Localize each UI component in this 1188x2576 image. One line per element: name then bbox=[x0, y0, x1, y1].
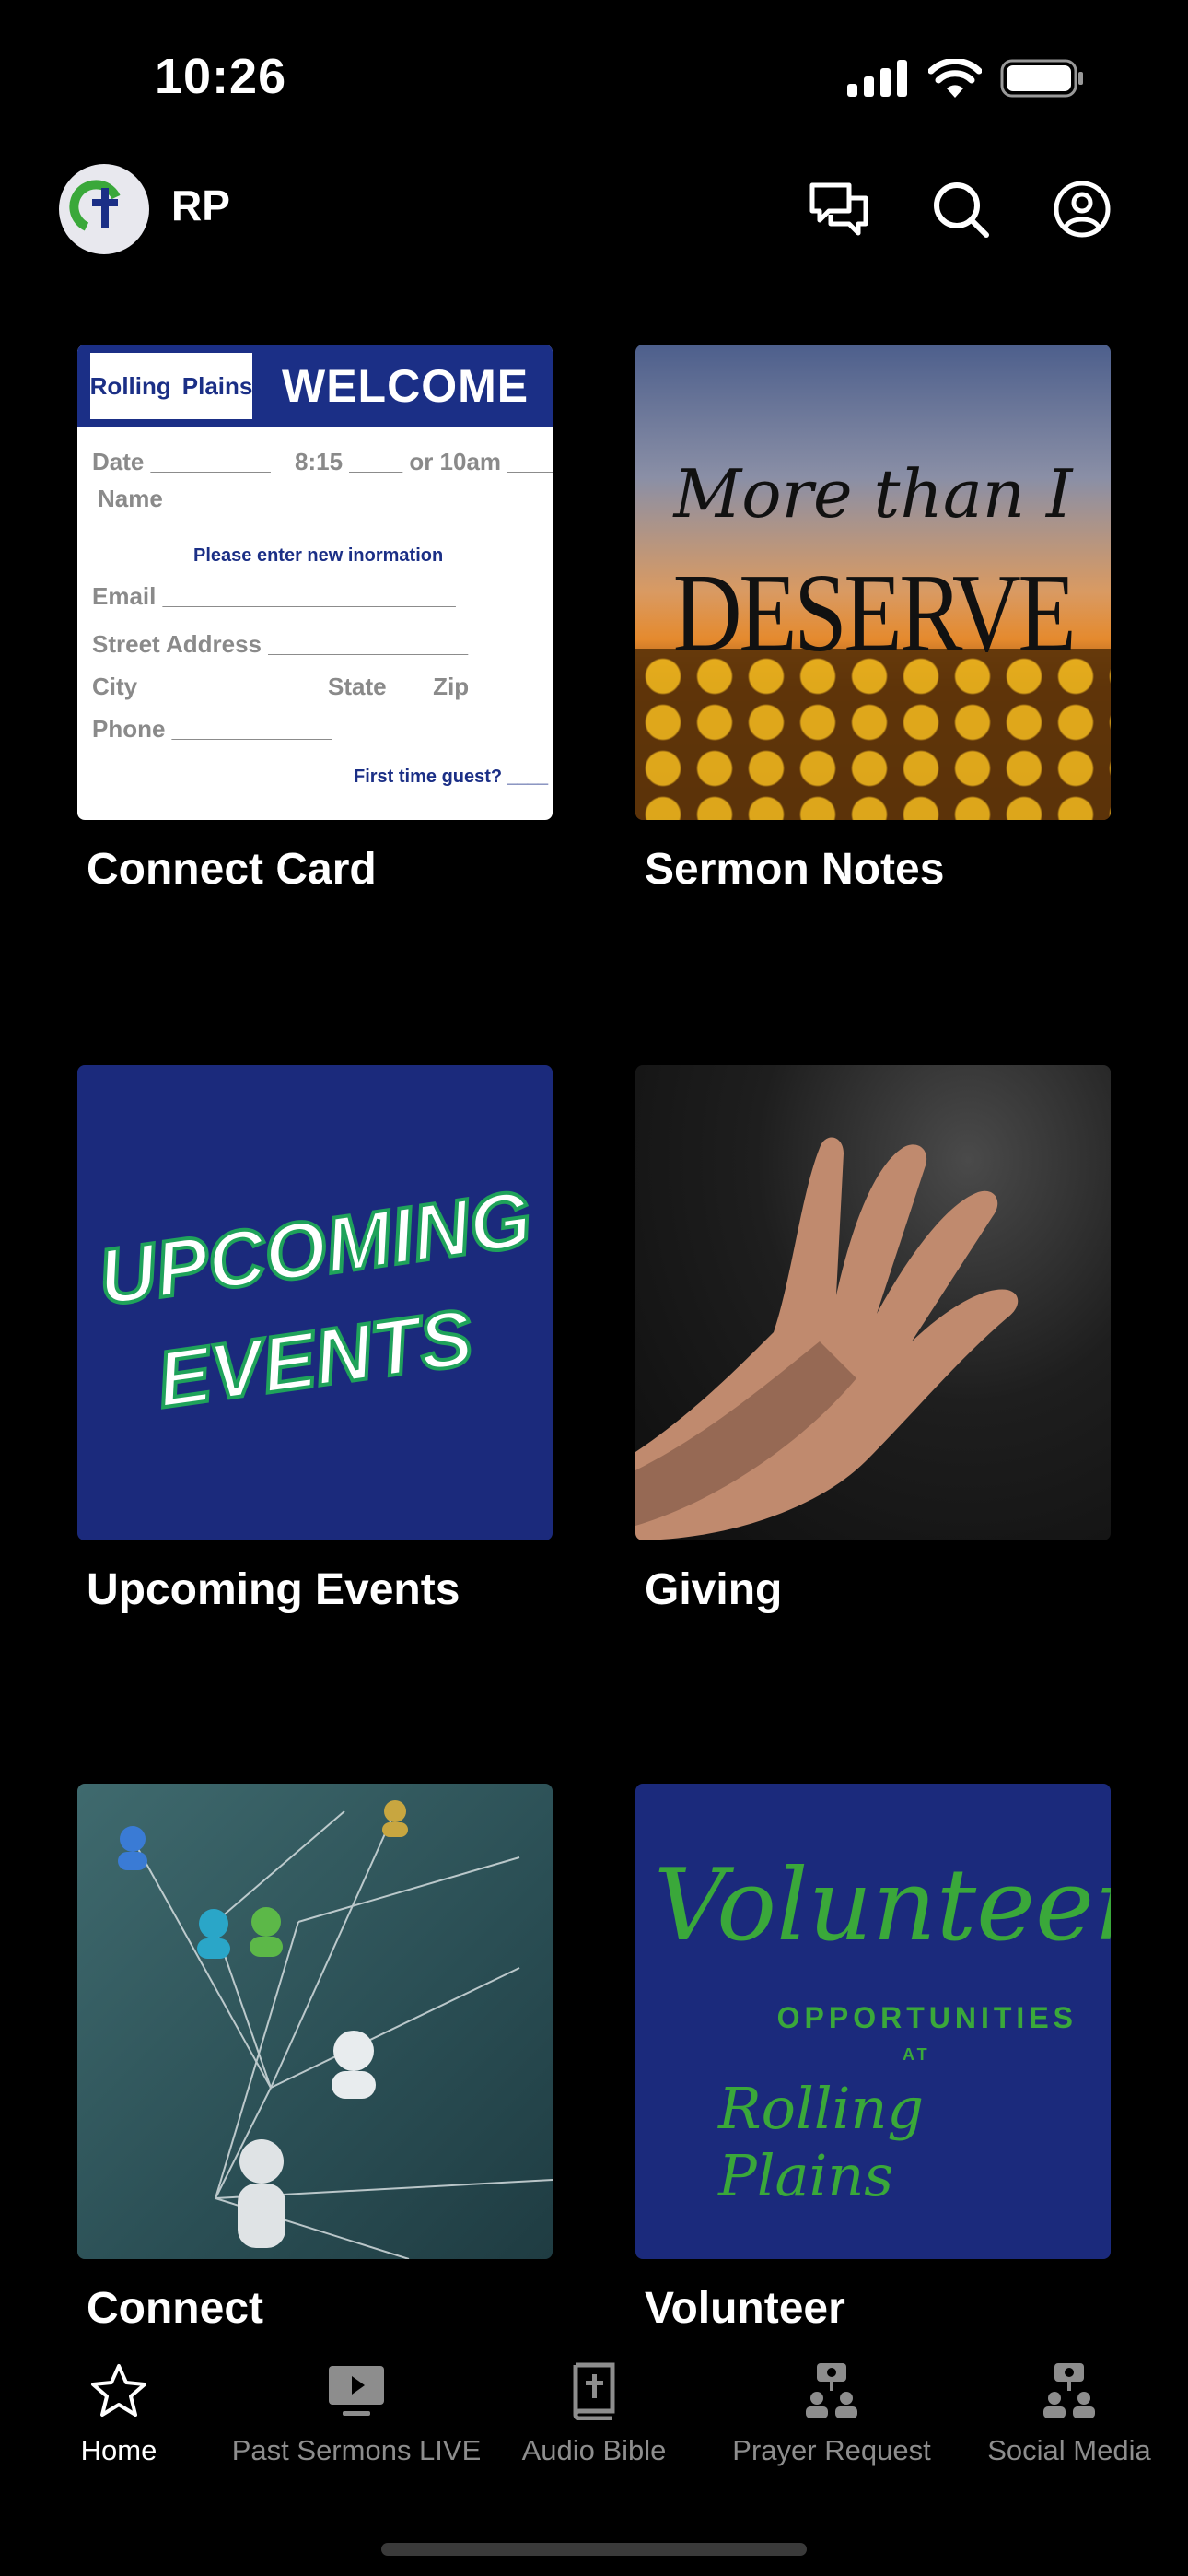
volunteer-art-place: Rolling Plains bbox=[718, 2075, 925, 2209]
connect-card-image: Rolling Plains WELCOME Date _________ 8:… bbox=[77, 345, 553, 820]
tile-label: Sermon Notes bbox=[645, 845, 945, 894]
cellular-signal-icon bbox=[847, 60, 907, 97]
search-icon bbox=[934, 182, 989, 238]
header-title: RP bbox=[171, 181, 230, 229]
card-line-date: Date _________ bbox=[92, 448, 271, 475]
people-icon bbox=[1043, 2363, 1095, 2418]
card-line-name: Name ____________________ bbox=[98, 485, 437, 512]
card-line-street: Street Address _______________ bbox=[92, 630, 469, 658]
card-first-time: First time guest? ____ bbox=[354, 767, 549, 787]
search-button[interactable] bbox=[930, 179, 991, 240]
star-icon bbox=[91, 2364, 146, 2417]
logo-text-left: Rolling bbox=[89, 371, 171, 400]
volunteer-image: Volunteer OPPORTUNITIES AT Rolling Plain… bbox=[635, 1784, 1111, 2259]
tile-sermon-notes[interactable]: More than I DESERVE Sermon Notes bbox=[635, 345, 1111, 895]
tile-label: Volunteer bbox=[645, 2284, 845, 2333]
card-line-time: 8:15 ____ or 10am ____ bbox=[295, 448, 553, 475]
card-line-phone: Phone ____________ bbox=[92, 715, 332, 743]
tab-past-sermons-live[interactable]: Past Sermons LIVE bbox=[232, 2359, 481, 2467]
chat-button[interactable] bbox=[809, 179, 869, 240]
home-indicator[interactable] bbox=[381, 2543, 807, 2556]
tile-label: Giving bbox=[645, 1565, 783, 1614]
volunteer-art-sub: OPPORTUNITIES bbox=[776, 2001, 1077, 2034]
tile-label: Connect Card bbox=[87, 845, 377, 894]
tile-upcoming-events[interactable]: UPCOMING EVENTS Upcoming Events bbox=[77, 1065, 553, 1615]
sermon-art-bottom: DESERVE bbox=[672, 551, 1077, 675]
volunteer-art-title: Volunteer bbox=[654, 1848, 1111, 1963]
connect-image bbox=[77, 1784, 553, 2259]
tile-volunteer[interactable]: Volunteer OPPORTUNITIES AT Rolling Plain… bbox=[635, 1784, 1111, 2334]
bottom-tab-bar: Home Past Sermons LIVE Audio Bible Praye… bbox=[0, 2359, 1188, 2497]
open-hand-icon bbox=[635, 1137, 1019, 1540]
network-people-icon bbox=[118, 1800, 553, 2259]
status-icons bbox=[847, 57, 1085, 100]
tile-connect-card[interactable]: Rolling Plains WELCOME Date _________ 8:… bbox=[77, 345, 553, 895]
chat-icon bbox=[809, 182, 868, 236]
status-time: 10:26 bbox=[155, 49, 287, 104]
tab-audio-bible[interactable]: Audio Bible bbox=[475, 2359, 713, 2467]
church-logo-icon bbox=[69, 180, 121, 231]
profile-icon bbox=[1054, 181, 1111, 238]
upcoming-events-image: UPCOMING EVENTS bbox=[77, 1065, 553, 1540]
tab-label: Prayer Request bbox=[732, 2434, 931, 2466]
tab-label: Social Media bbox=[987, 2434, 1151, 2466]
card-line-state: State___ Zip ____ bbox=[328, 673, 530, 700]
card-line-city: City ____________ bbox=[92, 673, 304, 700]
tile-label: Upcoming Events bbox=[87, 1565, 460, 1614]
wifi-icon bbox=[928, 59, 982, 98]
tab-home[interactable]: Home bbox=[0, 2359, 238, 2467]
tab-label: Home bbox=[80, 2434, 157, 2466]
bible-icon bbox=[573, 2362, 615, 2420]
people-icon bbox=[806, 2363, 857, 2418]
rolling-plains-logo: Rolling Plains bbox=[90, 353, 252, 419]
volunteer-art-at: AT bbox=[903, 2045, 931, 2064]
tab-label: Audio Bible bbox=[521, 2434, 667, 2466]
church-logo-avatar[interactable] bbox=[59, 164, 149, 254]
battery-icon bbox=[1000, 59, 1083, 98]
card-heading: WELCOME bbox=[282, 360, 530, 412]
card-line-email: Email ______________________ bbox=[92, 582, 456, 610]
sermon-art-top: More than I bbox=[673, 455, 1073, 533]
sermon-notes-image: More than I DESERVE bbox=[635, 345, 1111, 820]
logo-text-right: Plains bbox=[181, 371, 253, 400]
tab-prayer-request[interactable]: Prayer Request bbox=[713, 2359, 950, 2467]
tile-giving[interactable]: Giving bbox=[635, 1065, 1111, 1615]
profile-button[interactable] bbox=[1052, 179, 1112, 240]
giving-image bbox=[635, 1065, 1111, 1540]
tab-social-media[interactable]: Social Media bbox=[950, 2359, 1188, 2467]
card-prompt: Please enter new inormation bbox=[193, 545, 444, 566]
tv-icon bbox=[329, 2366, 384, 2416]
tile-label: Connect bbox=[87, 2284, 263, 2333]
tile-connect[interactable]: Connect bbox=[77, 1784, 553, 2334]
tab-label: Past Sermons LIVE bbox=[231, 2434, 482, 2466]
